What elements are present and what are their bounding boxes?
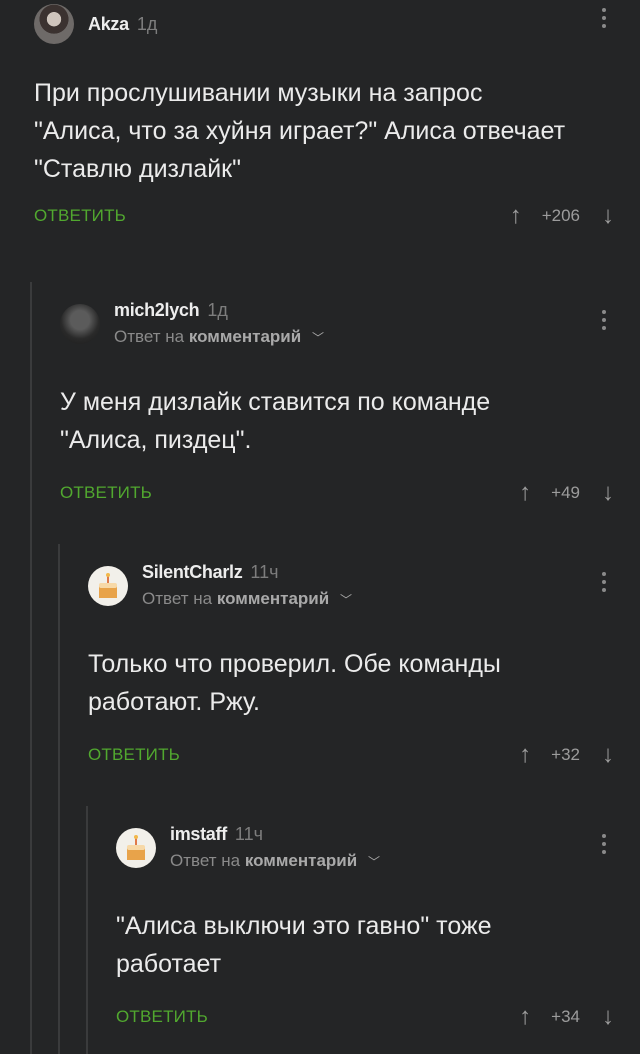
reply-to-link[interactable]: Ответ на комментарий ﹀ <box>114 327 324 347</box>
username[interactable]: mich2lych <box>114 300 200 321</box>
comment-meta: SilentCharlz 11ч Ответ на комментарий ﹀ <box>142 562 352 609</box>
comment-header: SilentCharlz 11ч Ответ на комментарий ﹀ <box>88 562 614 609</box>
comment-header: mich2lych 1д Ответ на комментарий ﹀ <box>60 300 614 347</box>
reply-to-target[interactable]: комментарий <box>245 851 357 870</box>
comment-meta: mich2lych 1д Ответ на комментарий ﹀ <box>114 300 324 347</box>
reply-button[interactable]: ОТВЕТИТЬ <box>60 483 152 503</box>
vertical-dots-icon[interactable] <box>594 310 614 330</box>
comment: SilentCharlz 11ч Ответ на комментарий ﹀ … <box>88 562 614 767</box>
vote-controls: ↑ +34 ↓ <box>519 1005 614 1029</box>
score: +32 <box>551 745 580 764</box>
timestamp: 11ч <box>250 562 279 582</box>
arrow-down-icon[interactable]: ↓ <box>602 481 614 505</box>
vertical-dots-icon[interactable] <box>594 572 614 592</box>
reply-button[interactable]: ОТВЕТИТЬ <box>34 206 126 226</box>
username[interactable]: imstaff <box>170 824 227 845</box>
thread-line-level-2 <box>58 544 60 1054</box>
comment-actions: ОТВЕТИТЬ ↑ +49 ↓ <box>60 481 614 505</box>
reply-to-link[interactable]: Ответ на комментарий ﹀ <box>142 589 352 609</box>
score: +34 <box>551 1007 580 1026</box>
comment-actions: ОТВЕТИТЬ ↑ +32 ↓ <box>88 743 614 767</box>
comment-actions: ОТВЕТИТЬ ↑ +34 ↓ <box>116 1005 614 1029</box>
comment-header: Akza 1д <box>34 4 614 44</box>
arrow-down-icon[interactable]: ↓ <box>602 204 614 228</box>
comment-meta: Akza 1д <box>88 14 157 35</box>
comment-actions: ОТВЕТИТЬ ↑ +206 ↓ <box>34 204 614 228</box>
arrow-down-icon[interactable]: ↓ <box>602 1005 614 1029</box>
score: +49 <box>551 483 580 502</box>
arrow-up-icon[interactable]: ↑ <box>510 204 522 228</box>
comment-text: При прослушивании музыки на запрос "Алис… <box>34 79 566 183</box>
chevron-down-icon[interactable]: ﹀ <box>368 853 380 870</box>
cake-icon <box>99 572 117 598</box>
comment: imstaff 11ч Ответ на комментарий ﹀ "Алис… <box>116 824 614 1029</box>
cake-icon <box>127 834 145 860</box>
arrow-up-icon[interactable]: ↑ <box>519 1005 531 1029</box>
vote-controls: ↑ +49 ↓ <box>519 481 614 505</box>
reply-to-prefix: Ответ на <box>114 327 185 346</box>
username[interactable]: Akza <box>88 14 129 35</box>
reply-button[interactable]: ОТВЕТИТЬ <box>116 1007 208 1027</box>
username[interactable]: SilentCharlz <box>142 562 243 583</box>
arrow-up-icon[interactable]: ↑ <box>519 743 531 767</box>
comment-meta: imstaff 11ч Ответ на комментарий ﹀ <box>170 824 380 871</box>
comment-header: imstaff 11ч Ответ на комментарий ﹀ <box>116 824 614 871</box>
comment: Akza 1д При прослушивании музыки на запр… <box>34 4 614 228</box>
reply-to-prefix: Ответ на <box>170 851 241 870</box>
avatar[interactable] <box>60 303 100 344</box>
chevron-down-icon[interactable]: ﹀ <box>312 329 324 346</box>
avatar[interactable] <box>34 4 74 44</box>
thread-line-level-3 <box>86 806 88 1054</box>
comment-text: У меня дизлайк ставится по команде "Алис… <box>60 388 491 454</box>
avatar[interactable] <box>88 565 128 606</box>
reply-button[interactable]: ОТВЕТИТЬ <box>88 745 180 765</box>
avatar[interactable] <box>116 827 156 868</box>
timestamp: 1д <box>136 13 158 34</box>
arrow-down-icon[interactable]: ↓ <box>602 743 614 767</box>
score: +206 <box>541 206 580 225</box>
timestamp: 1д <box>207 300 228 320</box>
comment-text: "Алиса выключи это гавно" тоже работает <box>116 912 492 978</box>
chevron-down-icon[interactable]: ﹀ <box>340 591 352 608</box>
reply-to-link[interactable]: Ответ на комментарий ﹀ <box>170 851 380 871</box>
vertical-dots-icon[interactable] <box>594 8 614 28</box>
comment-text: Только что проверил. Обе команды работаю… <box>88 650 501 716</box>
reply-to-target[interactable]: комментарий <box>189 327 301 346</box>
comment: mich2lych 1д Ответ на комментарий ﹀ У ме… <box>60 300 614 505</box>
vertical-dots-icon[interactable] <box>594 834 614 854</box>
reply-to-target[interactable]: комментарий <box>217 589 329 608</box>
vote-controls: ↑ +32 ↓ <box>519 743 614 767</box>
reply-to-prefix: Ответ на <box>142 589 213 608</box>
timestamp: 11ч <box>234 824 263 844</box>
vote-controls: ↑ +206 ↓ <box>510 204 614 228</box>
arrow-up-icon[interactable]: ↑ <box>519 481 531 505</box>
thread-line-level-1 <box>30 282 32 1054</box>
